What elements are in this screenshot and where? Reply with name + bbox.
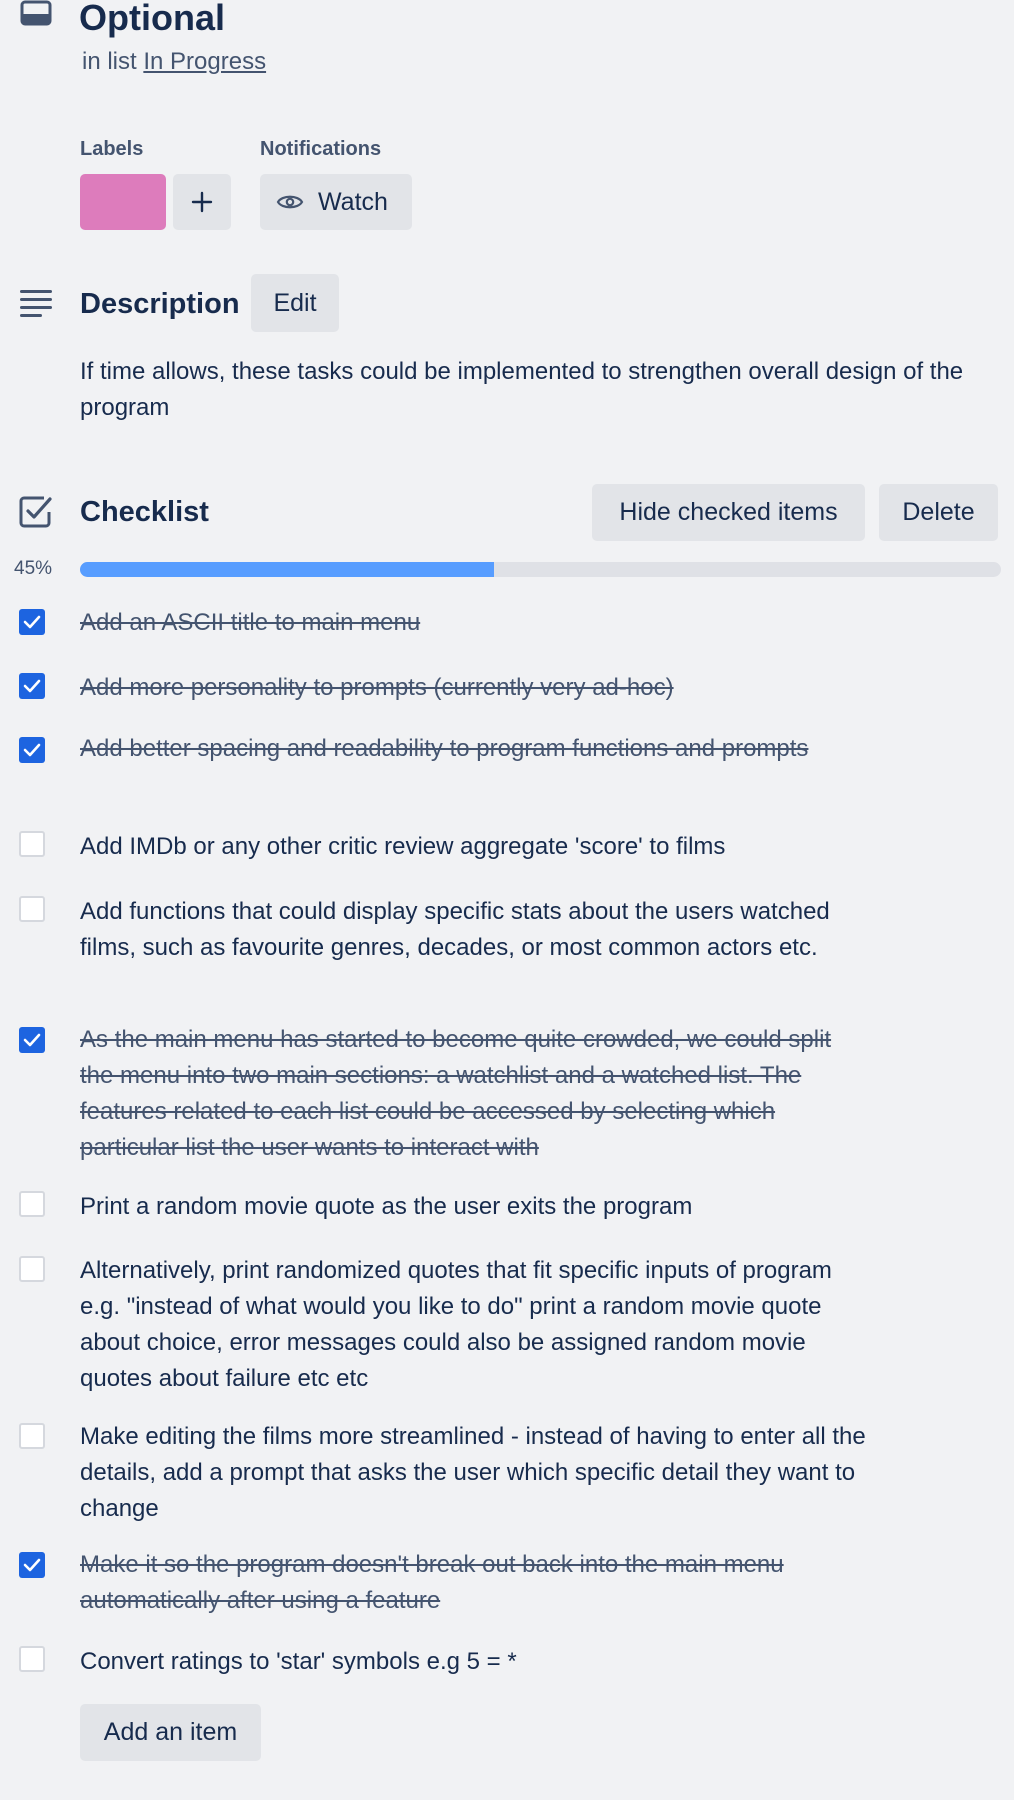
checklist-item-text[interactable]: Make editing the films more streamlined … (80, 1419, 870, 1527)
checklist-item-text[interactable]: Alternatively, print randomized quotes t… (80, 1253, 870, 1397)
label-chip[interactable] (80, 174, 166, 230)
checked-checkbox[interactable] (19, 737, 45, 763)
progress-percentage: 45% (14, 558, 53, 579)
checked-checkbox[interactable] (19, 673, 45, 699)
notifications-heading: Notifications (260, 138, 382, 160)
delete-checklist-button[interactable]: Delete (879, 484, 998, 541)
checkmark-icon (23, 679, 41, 693)
add-label-button[interactable] (173, 174, 231, 230)
checklist-item-text[interactable]: Add better spacing and readability to pr… (80, 731, 870, 767)
checkmark-icon (23, 615, 41, 629)
progress-bar-fill (80, 562, 495, 577)
watch-label: Watch (318, 187, 388, 216)
checklist-item-text[interactable]: Add functions that could display specifi… (80, 894, 870, 966)
card-title[interactable]: Optional (79, 0, 225, 40)
unchecked-checkbox[interactable] (19, 831, 45, 857)
unchecked-checkbox[interactable] (19, 1191, 45, 1217)
checklist-icon (18, 494, 54, 530)
add-item-button[interactable]: Add an item (80, 1704, 261, 1761)
description-heading: Description (80, 288, 240, 320)
checklist-item-text[interactable]: Add an ASCII title to main menu (80, 605, 870, 641)
unchecked-checkbox[interactable] (19, 1256, 45, 1282)
checklist-item-text[interactable]: Make it so the program doesn't break out… (80, 1547, 870, 1619)
description-lines-icon (18, 288, 54, 318)
in-list-prefix: in list (82, 48, 137, 75)
checklist-heading: Checklist (80, 496, 209, 528)
unchecked-checkbox[interactable] (19, 1646, 45, 1672)
unchecked-checkbox[interactable] (19, 1423, 45, 1449)
checkmark-icon (23, 743, 41, 757)
list-link[interactable]: In Progress (143, 48, 266, 75)
description-text[interactable]: If time allows, these tasks could be imp… (80, 354, 1000, 426)
plus-icon (191, 191, 213, 213)
checked-checkbox[interactable] (19, 1552, 45, 1578)
labels-heading: Labels (80, 138, 144, 160)
checklist-item-text[interactable]: Add more personality to prompts (current… (80, 670, 870, 706)
checklist-item-text[interactable]: As the main menu has started to become q… (80, 1022, 870, 1166)
checked-checkbox[interactable] (19, 609, 45, 635)
checklist-item-text[interactable]: Add IMDb or any other critic review aggr… (80, 829, 870, 865)
edit-description-button[interactable]: Edit (251, 274, 339, 332)
progress-bar (80, 562, 1001, 577)
unchecked-checkbox[interactable] (19, 896, 45, 922)
checklist-item-text[interactable]: Convert ratings to 'star' symbols e.g 5 … (80, 1644, 870, 1680)
watch-button[interactable]: Watch (260, 174, 412, 230)
checklist-item-text[interactable]: Print a random movie quote as the user e… (80, 1189, 870, 1225)
checked-checkbox[interactable] (19, 1027, 45, 1053)
list-location: in list In Progress (82, 46, 266, 78)
card-icon (20, 0, 52, 28)
checkmark-icon (23, 1033, 41, 1047)
eye-icon (276, 195, 304, 209)
hide-checked-items-button[interactable]: Hide checked items (592, 484, 865, 541)
checkmark-icon (23, 1558, 41, 1572)
